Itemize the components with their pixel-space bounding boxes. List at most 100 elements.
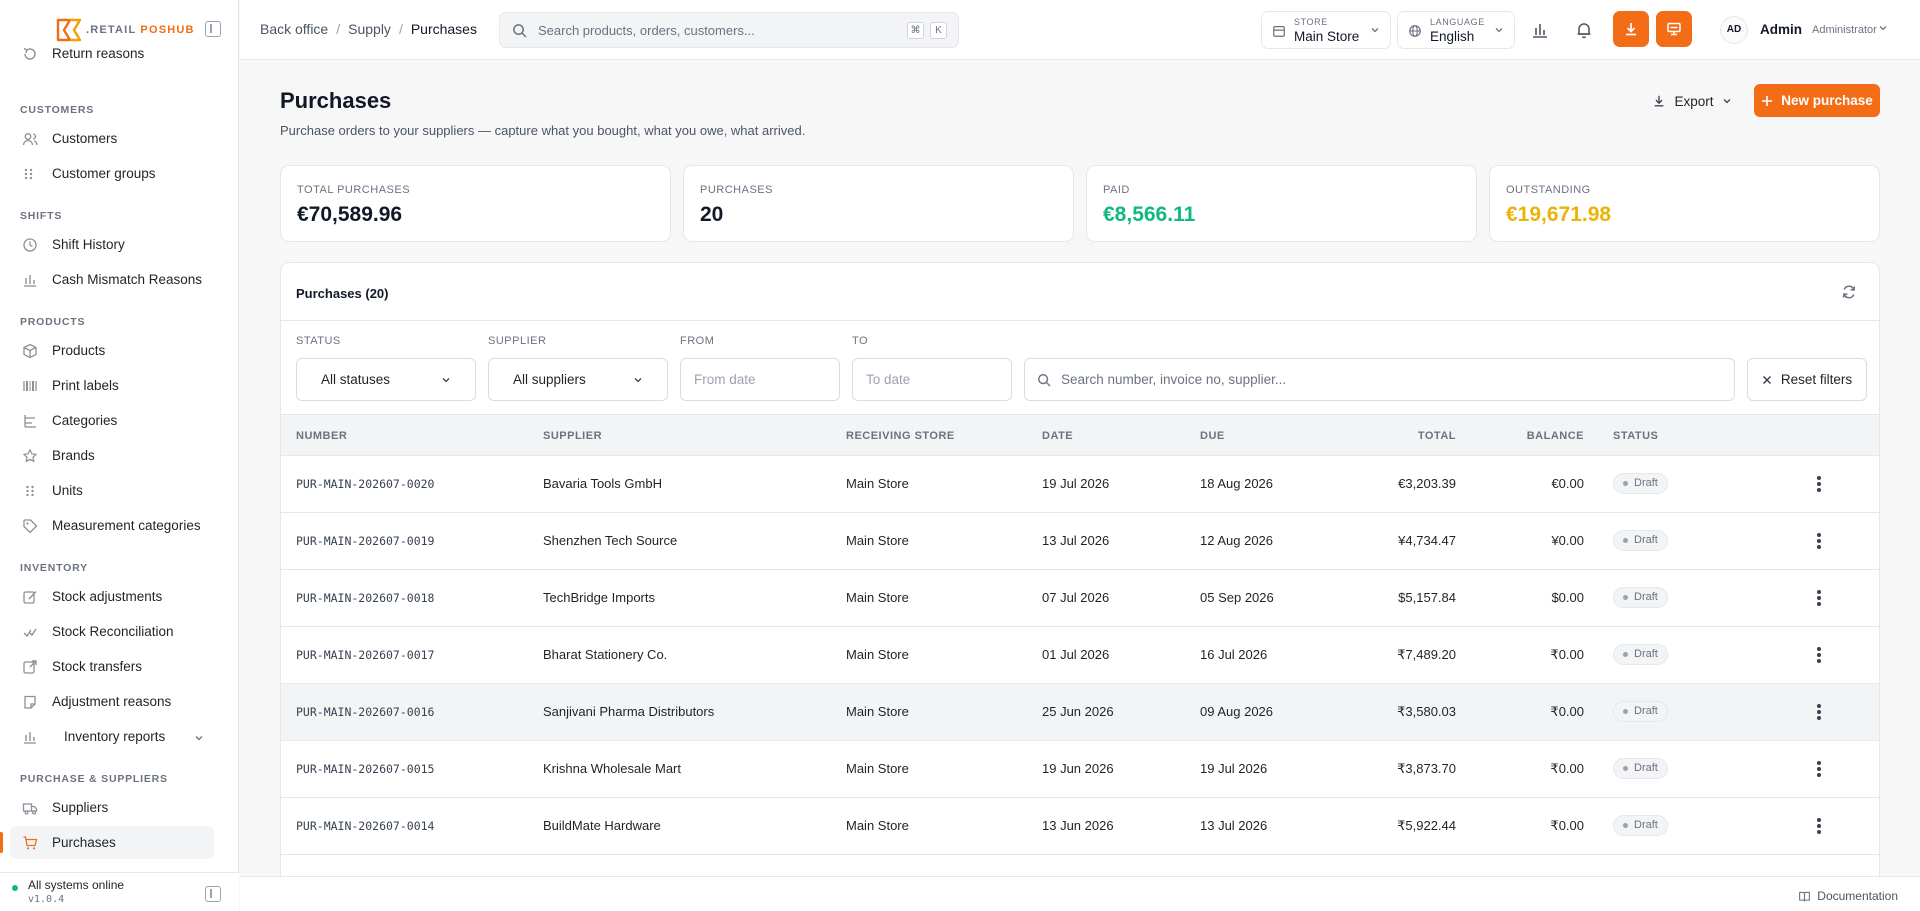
status-filter-select[interactable]: All statuses xyxy=(296,358,476,401)
row-actions-menu-icon[interactable] xyxy=(1816,818,1822,834)
user-menu-chevron-icon[interactable] xyxy=(1878,23,1888,33)
sidebar-item-units[interactable]: Units xyxy=(10,474,214,507)
table-header: NUMBER SUPPLIER RECEIVING STORE DATE DUE… xyxy=(281,414,1879,456)
language-selector[interactable]: LANGUAGE English xyxy=(1397,11,1515,49)
sidebar-item-stock-transfers[interactable]: Stock transfers xyxy=(10,650,214,683)
from-date-input[interactable]: From date xyxy=(680,358,840,401)
cell-due: 05 Sep 2026 xyxy=(1200,590,1274,605)
cell-date: 25 Jun 2026 xyxy=(1042,704,1114,719)
column-header-receiving-store[interactable]: RECEIVING STORE xyxy=(846,430,955,442)
stat-label: PAID xyxy=(1103,184,1130,196)
cell-date: 07 Jul 2026 xyxy=(1042,590,1110,605)
sidebar-item-label: Stock adjustments xyxy=(52,589,163,604)
row-actions-menu-icon[interactable] xyxy=(1816,761,1822,777)
export-button[interactable]: Export xyxy=(1640,84,1744,118)
stat-label: OUTSTANDING xyxy=(1506,184,1591,196)
table-row[interactable]: PUR-MAIN-202607-0018 TechBridge Imports Ma… xyxy=(281,570,1879,627)
table-row[interactable]: PUR-MAIN-202607-0020 Bavaria Tools GmbH Ma… xyxy=(281,456,1879,513)
reset-filters-button[interactable]: Reset filters xyxy=(1747,358,1867,401)
global-search-input[interactable]: Search products, orders, customers... ⌘ … xyxy=(499,12,959,48)
to-date-input[interactable]: To date xyxy=(852,358,1012,401)
purchases-table-card: Purchases (20) STATUS All statuses SUPPL… xyxy=(280,262,1880,911)
plus-icon xyxy=(1762,95,1773,106)
sidebar-item-suppliers[interactable]: Suppliers xyxy=(10,791,214,824)
sidebar-item-inventory-reports[interactable]: Inventory reports xyxy=(10,720,214,753)
table-row[interactable]: PUR-MAIN-202607-0016 Sanjivani Pharma Dis… xyxy=(281,684,1879,741)
cell-total: ¥4,734.47 xyxy=(1398,533,1456,548)
table-row[interactable]: PUR-MAIN-202607-0019 Shenzhen Tech Source… xyxy=(281,513,1879,570)
cell-number: PUR-MAIN-202607-0017 xyxy=(296,648,435,662)
sidebar-item-stock-adjustments[interactable]: Stock adjustments xyxy=(10,580,214,613)
row-actions-menu-icon[interactable] xyxy=(1816,476,1822,492)
sidebar: .RETAIL POSHUB Return reasons CUSTOMERS Cu… xyxy=(0,0,239,911)
sidebar-item-measurement-categories[interactable]: Measurement categories xyxy=(10,509,214,542)
sidebar-item-label: Adjustment reasons xyxy=(52,694,172,709)
sidebar-item-shift-history[interactable]: Shift History xyxy=(10,228,214,261)
table-row[interactable]: PUR-MAIN-202607-0017 Bharat Stationery Co… xyxy=(281,627,1879,684)
sidebar-item-return-reasons[interactable]: Return reasons xyxy=(10,37,214,70)
column-header-balance[interactable]: BALANCE xyxy=(1527,430,1584,442)
documentation-link[interactable]: Documentation xyxy=(1798,889,1898,903)
new-purchase-button[interactable]: New purchase xyxy=(1754,84,1880,117)
row-actions-menu-icon[interactable] xyxy=(1816,590,1822,606)
sidebar-item-customers[interactable]: Customers xyxy=(10,122,214,155)
column-header-number[interactable]: NUMBER xyxy=(296,430,347,442)
cell-supplier: Sanjivani Pharma Distributors xyxy=(543,704,715,719)
breadcrumb-supply[interactable]: Supply xyxy=(348,21,391,37)
cell-balance: ¥0.00 xyxy=(1551,533,1584,548)
pos-terminal-button[interactable] xyxy=(1656,11,1692,47)
to-date-placeholder: To date xyxy=(866,372,911,387)
row-actions-menu-icon[interactable] xyxy=(1816,647,1822,663)
sidebar-item-purchases[interactable]: Purchases xyxy=(0,826,214,859)
collapse-sidebar-icon[interactable] xyxy=(205,21,221,37)
column-header-status[interactable]: STATUS xyxy=(1613,430,1658,442)
supplier-filter-select[interactable]: All suppliers xyxy=(488,358,668,401)
status-badge: Draft xyxy=(1613,701,1668,722)
sidebar-item-label: Brands xyxy=(52,448,95,463)
stat-paid: PAID €8,566.11 xyxy=(1086,165,1477,242)
units-icon xyxy=(22,483,38,499)
cell-date: 01 Jul 2026 xyxy=(1042,647,1110,662)
breadcrumb-back-office[interactable]: Back office xyxy=(260,21,328,37)
table-row[interactable]: PUR-MAIN-202607-0014 BuildMate Hardware Ma… xyxy=(281,798,1879,855)
store-label: STORE xyxy=(1294,17,1328,27)
cell-due: 19 Jul 2026 xyxy=(1200,761,1268,776)
stat-purchases: PURCHASES 20 xyxy=(683,165,1074,242)
avatar[interactable]: AD xyxy=(1720,16,1748,44)
download-button[interactable] xyxy=(1613,11,1649,47)
sidebar-item-categories[interactable]: Categories xyxy=(10,404,214,437)
notifications-bell-icon[interactable] xyxy=(1574,20,1594,40)
sidebar-item-customer-groups[interactable]: Customer groups xyxy=(10,157,214,190)
cell-number: PUR-MAIN-202607-0019 xyxy=(296,534,435,548)
chevron-down-icon xyxy=(1723,99,1730,104)
column-header-supplier[interactable]: SUPPLIER xyxy=(543,430,602,442)
stat-label: PURCHASES xyxy=(700,184,773,196)
row-actions-menu-icon[interactable] xyxy=(1816,533,1822,549)
sidebar-item-label: Print labels xyxy=(52,378,119,393)
table-search-input[interactable]: Search number, invoice no, supplier... xyxy=(1024,358,1735,401)
sidebar-item-stock-reconciliation[interactable]: Stock Reconciliation xyxy=(10,615,214,648)
status-badge: Draft xyxy=(1613,758,1668,779)
row-actions-menu-icon[interactable] xyxy=(1816,704,1822,720)
user-name[interactable]: Admin xyxy=(1760,22,1802,37)
brands-icon xyxy=(22,448,38,464)
search-icon xyxy=(513,24,527,38)
sidebar-item-brands[interactable]: Brands xyxy=(10,439,214,472)
reports-chart-icon[interactable] xyxy=(1530,20,1550,40)
cell-date: 13 Jul 2026 xyxy=(1042,533,1110,548)
column-header-due[interactable]: DUE xyxy=(1200,430,1225,442)
sidebar-item-cash-mismatch-reasons[interactable]: Cash Mismatch Reasons xyxy=(10,263,214,296)
sidebar-item-print-labels[interactable]: Print labels xyxy=(10,369,214,402)
stock-transfers-icon xyxy=(22,659,38,675)
column-header-total[interactable]: TOTAL xyxy=(1418,430,1456,442)
sidebar-item-adjustment-reasons[interactable]: Adjustment reasons xyxy=(10,685,214,718)
table-row[interactable]: PUR-MAIN-202607-0015 Krishna Wholesale Ma… xyxy=(281,741,1879,798)
collapse-panel-icon[interactable] xyxy=(205,886,221,902)
refresh-icon[interactable] xyxy=(1841,284,1857,300)
sidebar-item-label: Shift History xyxy=(52,237,125,252)
column-header-date[interactable]: DATE xyxy=(1042,430,1073,442)
status-badge: Draft xyxy=(1613,530,1668,551)
sidebar-item-products[interactable]: Products xyxy=(10,334,214,367)
system-status: All systems online xyxy=(28,878,125,892)
store-selector[interactable]: STORE Main Store xyxy=(1261,11,1391,49)
